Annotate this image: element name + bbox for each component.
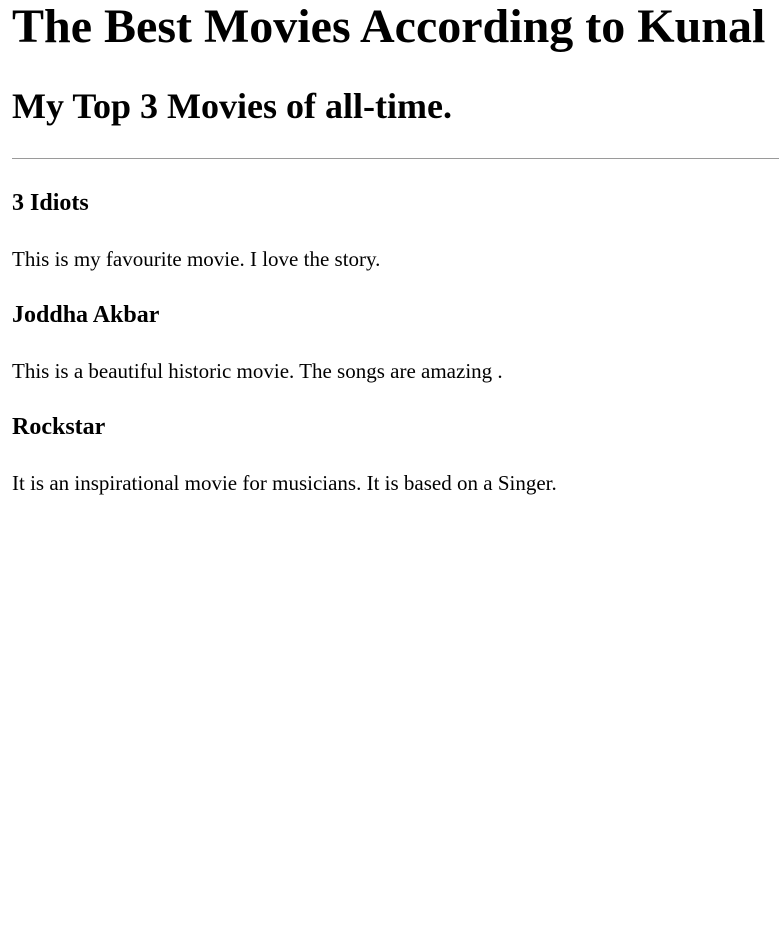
page-subtitle: My Top 3 Movies of all-time. — [12, 86, 452, 126]
movie-title-rockstar: Rockstar — [12, 414, 106, 440]
page-title: The Best Movies According to Kunal — [12, 0, 766, 53]
divider — [12, 158, 779, 159]
movie-description-rockstar: It is an inspirational movie for musicia… — [12, 471, 557, 495]
movie-description-3-idiots: This is my favourite movie. I love the s… — [12, 247, 381, 271]
movie-description-joddha-akbar: This is a beautiful historic movie. The … — [12, 359, 503, 383]
movie-title-joddha-akbar: Joddha Akbar — [12, 302, 160, 328]
movie-title-3-idiots: 3 Idiots — [12, 190, 89, 216]
